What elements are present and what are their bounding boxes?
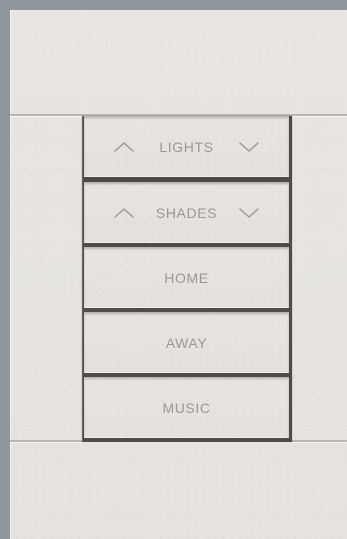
shades-button[interactable]: SHADES [84, 182, 289, 243]
wall-keypad-panel: LIGHTS SHADES HOME AWAY MUSIC [10, 10, 347, 539]
shades-up-icon[interactable] [113, 207, 135, 219]
home-label: HOME [164, 269, 209, 286]
music-button[interactable]: MUSIC [84, 377, 289, 438]
home-button[interactable]: HOME [84, 247, 289, 308]
lights-up-icon[interactable] [113, 141, 135, 153]
lights-button[interactable]: LIGHTS [84, 116, 289, 177]
shades-down-icon[interactable] [238, 207, 260, 219]
music-label: MUSIC [162, 399, 211, 416]
keypad-button-stack: LIGHTS SHADES HOME AWAY MUSIC [82, 116, 292, 442]
away-button[interactable]: AWAY [84, 312, 289, 373]
lights-down-icon[interactable] [238, 141, 260, 153]
away-label: AWAY [165, 334, 208, 351]
